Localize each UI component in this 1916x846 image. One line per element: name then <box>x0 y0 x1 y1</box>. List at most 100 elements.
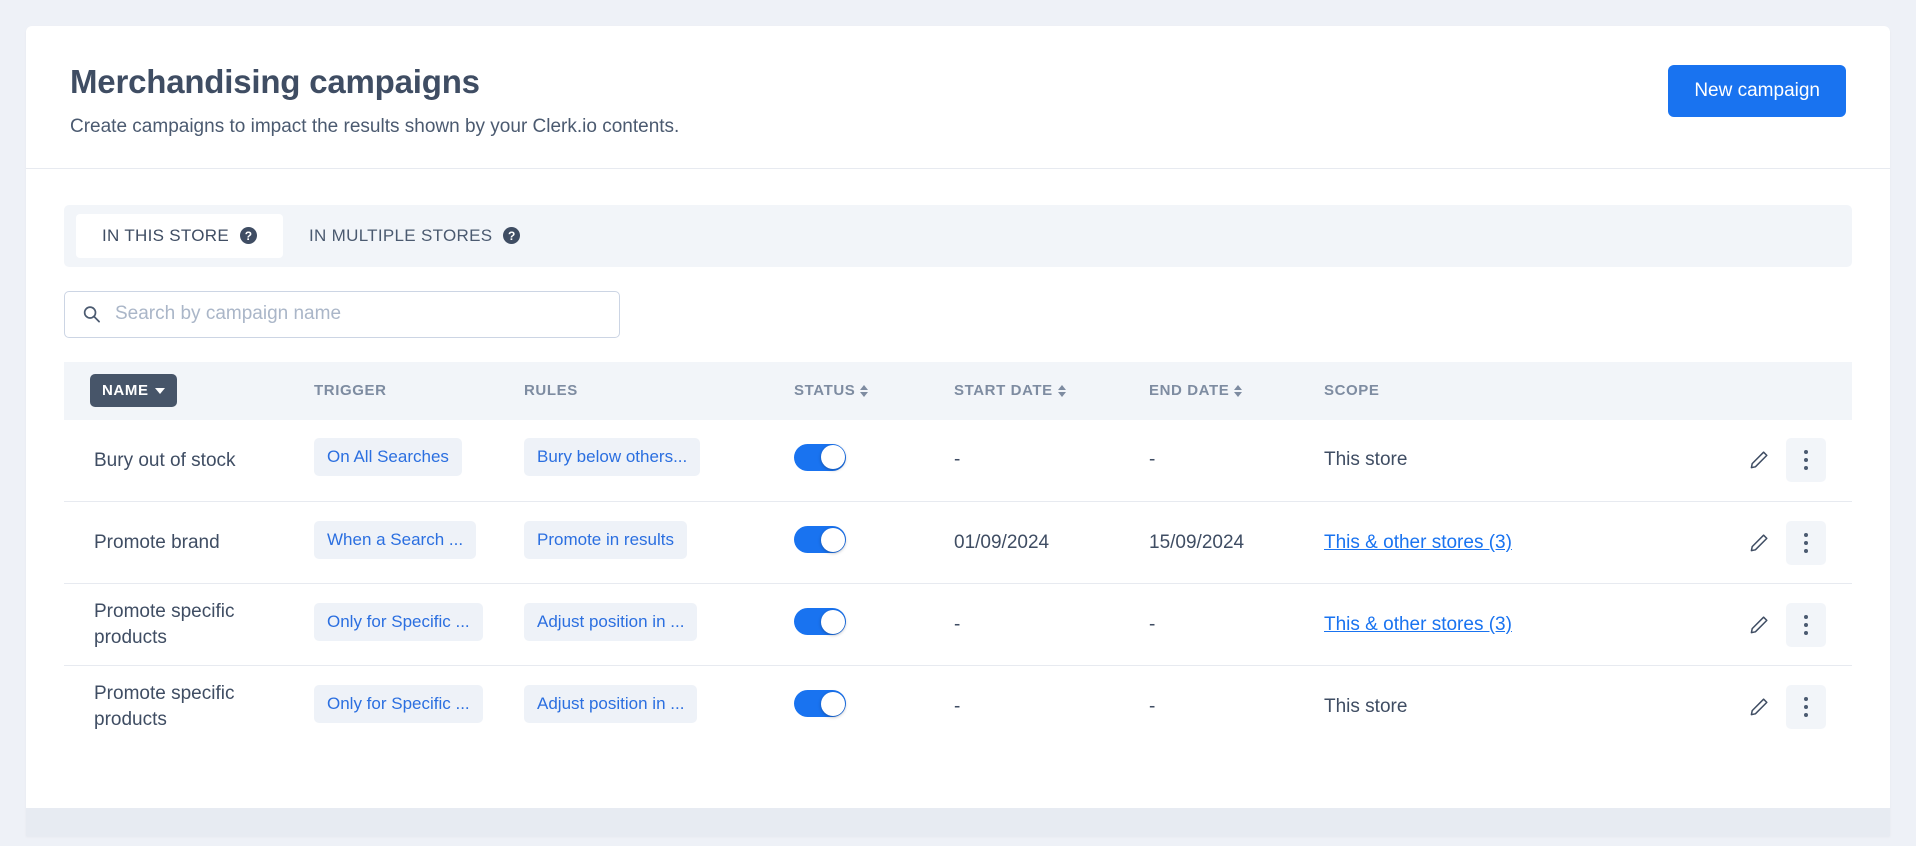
status-toggle[interactable] <box>794 608 846 636</box>
search-wrapper <box>26 267 1890 338</box>
cell-start-date: - <box>954 695 961 717</box>
column-header-scope: SCOPE <box>1324 362 1524 420</box>
pencil-icon[interactable] <box>1748 449 1770 471</box>
cell-end-date: 15/09/2024 <box>1149 501 1324 585</box>
page-title: Merchandising campaigns <box>70 63 480 100</box>
cell-status <box>794 501 954 585</box>
cell-scope: This & other stores (3) <box>1324 501 1524 585</box>
sort-arrows-icon <box>1057 384 1066 397</box>
tabs-wrapper: IN THIS STORE ? IN MULTIPLE STORES ? <box>26 169 1890 267</box>
cell-start-date: - <box>954 419 1149 503</box>
column-header-name[interactable]: NAME <box>64 362 314 420</box>
pencil-icon[interactable] <box>1748 532 1770 554</box>
chevron-down-icon <box>154 387 165 394</box>
scope-text: This store <box>1324 449 1408 471</box>
cell-rules: Promote in results <box>524 501 794 585</box>
cell-start-date: 01/09/2024 <box>954 501 1149 585</box>
cell-name: Promote specific products <box>64 583 314 667</box>
column-header-status-label: STATUS <box>794 382 856 400</box>
cell-actions <box>1524 501 1852 585</box>
cell-trigger: When a Search ... <box>314 501 524 585</box>
cell-actions <box>1524 666 1852 748</box>
card-header: Merchandising campaigns Create campaigns… <box>26 26 1890 169</box>
row-actions <box>1524 602 1852 647</box>
pencil-icon[interactable] <box>1748 696 1770 718</box>
page-subtitle: Create campaigns to impact the results s… <box>70 115 680 137</box>
trigger-tag[interactable]: Only for Specific ... <box>314 684 483 723</box>
status-toggle[interactable] <box>794 526 846 554</box>
column-header-rules-label: RULES <box>524 382 578 400</box>
rules-tag[interactable]: Adjust position in ... <box>524 602 698 641</box>
scope-text: This store <box>1324 695 1408 717</box>
help-icon[interactable]: ? <box>503 227 521 245</box>
column-header-start-date[interactable]: START DATE <box>954 362 1149 420</box>
cell-end-date: - <box>1149 419 1324 503</box>
cell-end-date: - <box>1149 583 1324 667</box>
table-row[interactable]: Promote specific products Only for Specif… <box>64 666 1852 748</box>
help-icon[interactable]: ? <box>240 227 258 245</box>
cell-scope: This store <box>1324 666 1524 748</box>
campaigns-card: Merchandising campaigns Create campaigns… <box>26 26 1890 836</box>
name-sort-badge[interactable]: NAME <box>90 374 177 408</box>
rules-tag[interactable]: Adjust position in ... <box>524 684 698 723</box>
column-header-end-date[interactable]: END DATE <box>1149 362 1324 420</box>
sort-arrows-icon <box>860 384 869 397</box>
kebab-menu-icon[interactable] <box>1786 684 1826 729</box>
search-input[interactable] <box>64 290 620 338</box>
kebab-menu-icon[interactable] <box>1786 520 1826 565</box>
kebab-menu-icon[interactable] <box>1786 438 1826 483</box>
trigger-tag[interactable]: On All Searches <box>314 438 462 477</box>
tab-in-this-store-label: IN THIS STORE <box>102 225 230 245</box>
cell-scope: This store <box>1324 419 1524 503</box>
campaigns-table: NAME TRIGGER RULES STATUS START DATE END… <box>64 361 1852 748</box>
cell-status <box>794 666 954 748</box>
status-toggle[interactable] <box>794 443 846 471</box>
page-root: Merchandising campaigns Create campaigns… <box>0 0 1916 846</box>
column-header-trigger-label: TRIGGER <box>314 382 387 400</box>
column-header-end-date-label: END DATE <box>1149 382 1230 400</box>
new-campaign-button[interactable]: New campaign <box>1668 65 1846 117</box>
cell-trigger: On All Searches <box>314 419 524 503</box>
sort-arrows-icon <box>1234 384 1243 397</box>
row-actions <box>1524 520 1852 565</box>
kebab-menu-icon[interactable] <box>1786 602 1826 647</box>
column-header-status[interactable]: STATUS <box>794 362 954 420</box>
cell-name: Bury out of stock <box>64 419 314 503</box>
cell-name: Promote specific products <box>94 683 235 730</box>
column-header-rules[interactable]: RULES <box>524 362 794 420</box>
tab-bar: IN THIS STORE ? IN MULTIPLE STORES ? <box>64 204 1852 267</box>
cell-name: Promote brand <box>64 501 314 585</box>
tab-in-multiple-stores[interactable]: IN MULTIPLE STORES ? <box>283 214 546 258</box>
column-header-scope-label: SCOPE <box>1324 382 1380 400</box>
row-actions <box>1524 684 1852 729</box>
scope-link[interactable]: This & other stores (3) <box>1324 531 1512 555</box>
column-header-actions <box>1524 362 1852 420</box>
cell-trigger: Only for Specific ... <box>314 583 524 667</box>
table-row[interactable]: Promote brand When a Search ... Promote in… <box>64 501 1852 585</box>
rules-tag[interactable]: Bury below others... <box>524 438 701 477</box>
cell-actions <box>1524 583 1852 667</box>
tab-in-this-store[interactable]: IN THIS STORE ? <box>76 213 284 258</box>
trigger-tag[interactable]: When a Search ... <box>314 520 477 559</box>
table-header-row: NAME TRIGGER RULES STATUS START DATE END… <box>64 361 1852 420</box>
cell-rules: Adjust position in ... <box>524 583 794 667</box>
card-footer <box>26 808 1890 836</box>
trigger-tag[interactable]: Only for Specific ... <box>314 602 483 641</box>
column-header-trigger[interactable]: TRIGGER <box>314 362 524 420</box>
pencil-icon[interactable] <box>1748 614 1770 636</box>
search-box <box>64 290 620 338</box>
cell-end-date: - <box>1149 695 1156 717</box>
cell-actions <box>1524 419 1852 503</box>
table-wrapper: NAME TRIGGER RULES STATUS START DATE END… <box>26 338 1890 748</box>
cell-start-date: - <box>954 583 1149 667</box>
cell-status <box>794 583 954 667</box>
column-header-name-label: NAME <box>102 382 149 400</box>
table-body: Bury out of stock On All Searches Bury bel… <box>64 419 1852 748</box>
status-toggle[interactable] <box>794 690 846 718</box>
rules-tag[interactable]: Promote in results <box>524 520 687 559</box>
table-row[interactable]: Promote specific products Only for Specif… <box>64 583 1852 667</box>
tab-in-multiple-stores-label: IN MULTIPLE STORES <box>309 225 493 245</box>
table-row[interactable]: Bury out of stock On All Searches Bury bel… <box>64 419 1852 503</box>
scope-link[interactable]: This & other stores (3) <box>1324 613 1512 637</box>
cell-status <box>794 419 954 503</box>
